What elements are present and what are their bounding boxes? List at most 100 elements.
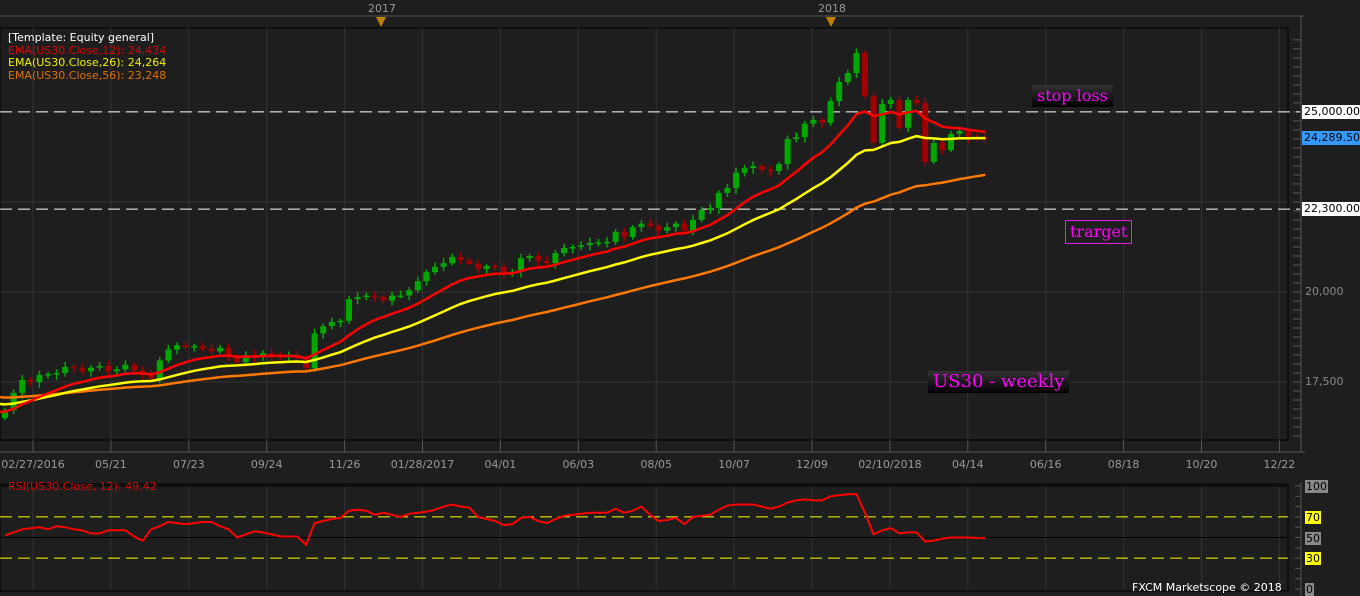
candle-up (638, 223, 645, 228)
candle-up (604, 241, 610, 244)
candle-up (836, 82, 843, 102)
candle-up (844, 73, 851, 83)
candle-up (320, 326, 327, 334)
candle-up (707, 208, 714, 210)
date-label: 02/10/2018 (858, 458, 922, 471)
candle-up (784, 138, 791, 165)
date-label: 06/16 (1029, 458, 1062, 471)
date-label: 09/24 (250, 458, 283, 471)
candle-up (483, 266, 490, 269)
candle-down (543, 261, 550, 264)
candle-up (552, 253, 559, 264)
candle-down (105, 365, 112, 372)
price-axis-label: 20,000 (1305, 284, 1344, 298)
candle-up (53, 373, 60, 375)
candle-up (337, 320, 344, 323)
candle-down (758, 165, 765, 170)
candle-down (79, 368, 86, 372)
candle-down (27, 379, 34, 383)
candle-up (174, 345, 180, 350)
candle-up (414, 281, 421, 291)
candle-down (199, 346, 206, 349)
candle-down (862, 52, 868, 97)
candle-up (346, 299, 352, 321)
candle-up (578, 245, 585, 247)
date-label: 08/18 (1107, 458, 1140, 471)
candle-up (750, 165, 757, 169)
candle-up (698, 209, 705, 220)
year-marker-triangle-icon (826, 17, 836, 27)
candle-up (879, 103, 886, 143)
date-label: 10/20 (1185, 458, 1218, 471)
candle-up (440, 263, 447, 267)
stop-loss-annotation[interactable]: stop loss (1032, 85, 1113, 107)
candle-down (466, 259, 473, 264)
candle-down (182, 345, 189, 348)
candle-down (767, 169, 774, 172)
rsi-axis-label: 50 (1305, 531, 1321, 545)
candle-up (569, 246, 576, 249)
candle-down (492, 266, 499, 268)
date-label: 11/26 (328, 458, 361, 471)
candle-up (801, 123, 808, 138)
chart-title-annotation[interactable]: US30 - weekly (928, 371, 1070, 393)
rsi-axis-label: 30 (1305, 552, 1321, 566)
candle-down (870, 96, 877, 143)
candle-up (672, 223, 679, 228)
candle-up (948, 133, 954, 151)
price-tag: 24,289.50 (1302, 130, 1360, 145)
candle-down (70, 366, 77, 369)
candle-up (449, 257, 456, 264)
year-marker-2017: 2017 (368, 2, 396, 15)
candle-down (131, 364, 137, 371)
candle-up (776, 164, 782, 171)
footer-copyright: FXCM Marketscope © 2018 (1132, 581, 1282, 594)
candle-up (887, 100, 894, 104)
year-marker-2018: 2018 (818, 2, 846, 15)
rsi-axis-label: 100 (1305, 480, 1328, 493)
candle-down (939, 142, 946, 151)
rsi-axis-label: 0 (1305, 583, 1314, 596)
candle-up (165, 349, 172, 361)
chart-canvas[interactable] (0, 0, 1360, 596)
candle-up (363, 295, 370, 298)
candle-up (406, 290, 413, 296)
candle-up (724, 187, 731, 193)
candle-up (432, 266, 438, 273)
date-label: 04/14 (951, 458, 984, 471)
candle-up (88, 367, 94, 372)
candle-up (810, 119, 817, 124)
candle-up (612, 231, 619, 242)
candle-up (561, 248, 567, 254)
candle-up (664, 227, 671, 231)
date-label: 07/23 (172, 458, 205, 471)
date-label: 01/28/2017 (390, 458, 455, 471)
candle-up (853, 52, 860, 74)
candle-up (423, 272, 430, 282)
rsi-axis-label: 70 (1305, 510, 1321, 524)
legend: [Template: Equity general] EMA(US30.Clos… (8, 31, 166, 82)
candle-up (715, 192, 722, 209)
target-annotation[interactable]: trarget (1065, 220, 1133, 244)
year-marker-triangle-icon (376, 17, 386, 27)
candle-up (956, 131, 963, 134)
candle-up (629, 227, 636, 237)
candle-up (586, 243, 593, 246)
candle-down (208, 348, 215, 352)
date-label: 05/21 (95, 458, 127, 471)
date-label: 10/07 (718, 458, 750, 471)
rsi-label: RSI(US30.Close, 12): 49.42 (8, 480, 157, 493)
date-label: 12/09 (796, 458, 828, 471)
candle-up (595, 242, 602, 244)
candle-down (475, 263, 481, 269)
candle-down (457, 257, 464, 260)
candle-up (930, 142, 937, 162)
candle-down (819, 119, 825, 123)
candle-down (647, 223, 653, 227)
candle-down (268, 353, 275, 355)
candle-down (380, 296, 387, 301)
price-tag: 22,300.00 (1302, 202, 1360, 217)
candle-down (535, 255, 542, 262)
price-axis-label: 17,500 (1305, 375, 1344, 389)
candle-up (62, 366, 69, 374)
